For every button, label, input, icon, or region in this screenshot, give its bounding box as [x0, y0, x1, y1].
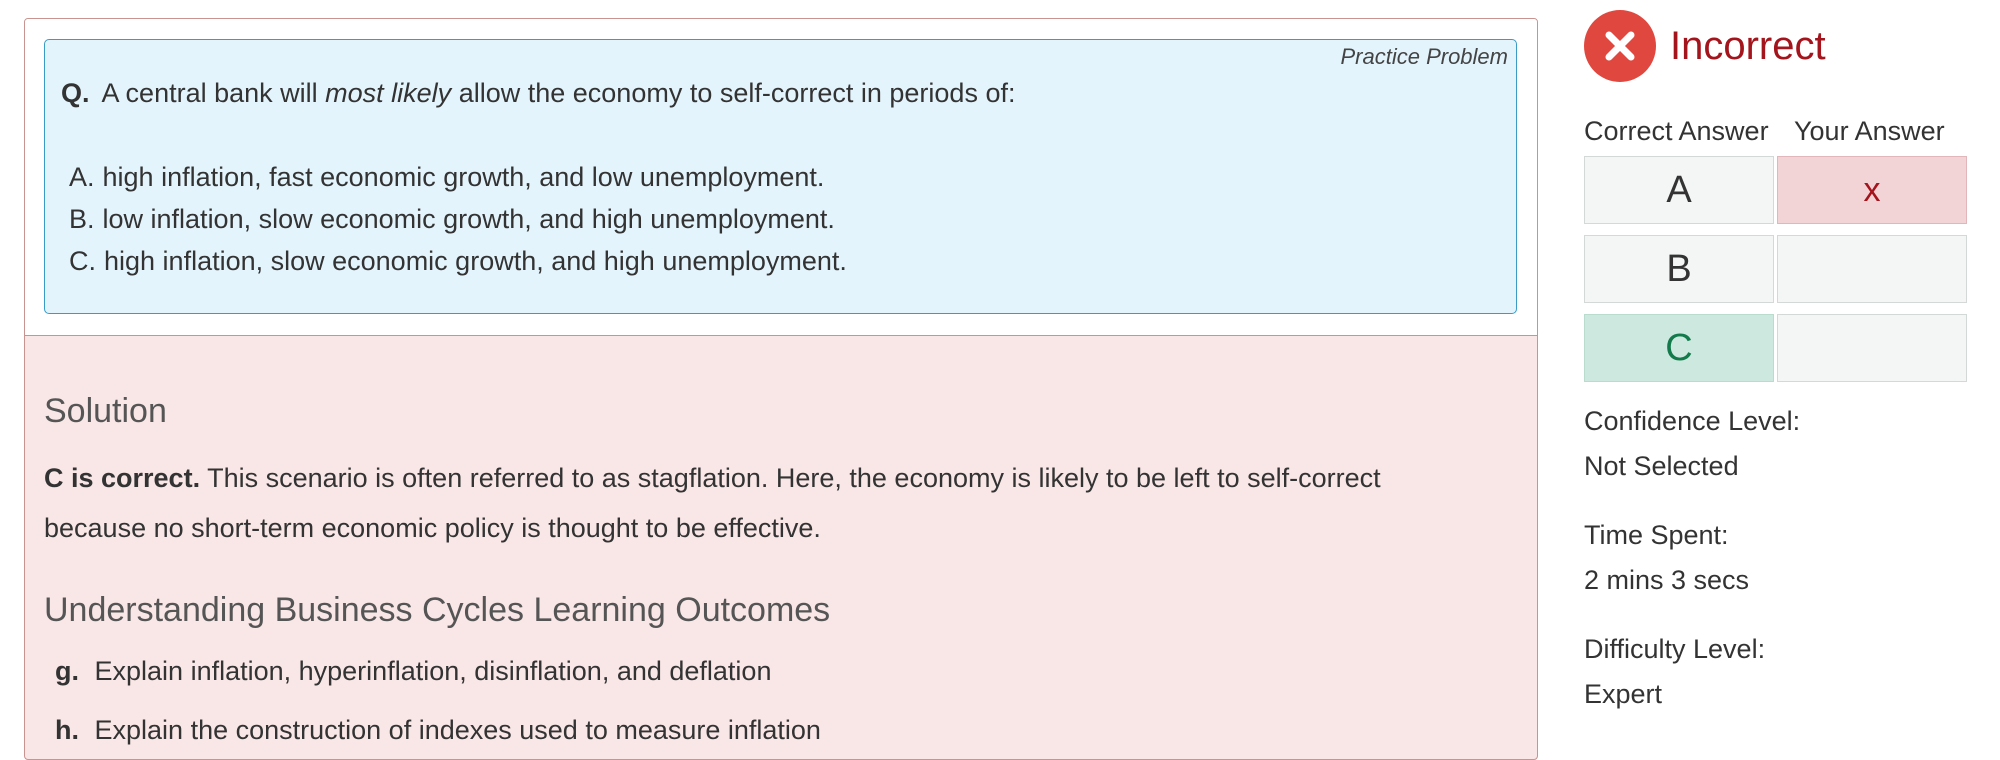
x-circle-icon	[1584, 10, 1656, 82]
solution-line-2: because no short-term economic policy is…	[44, 513, 821, 543]
outcome-letter: h.	[55, 715, 79, 745]
your-answer-cell	[1777, 235, 1967, 303]
option-letter: B.	[69, 204, 95, 234]
solution-heading: Solution	[44, 392, 167, 430]
correct-answer-cell: A	[1584, 156, 1774, 224]
practice-problem-tag: Practice Problem	[1340, 44, 1508, 69]
time-spent-label: Time Spent:	[1584, 520, 1729, 550]
question-prefix: Q.	[61, 78, 90, 108]
confidence-label: Confidence Level:	[1584, 406, 1801, 436]
question-card: Practice Problem Q. A central bank will …	[44, 39, 1517, 314]
time-spent-value: 2 mins 3 secs	[1584, 565, 1750, 595]
solution-correct-lead: C is correct.	[44, 463, 201, 493]
option-text: high inflation, fast economic growth, an…	[102, 162, 825, 192]
question-text-before: A central bank will	[101, 78, 318, 108]
confidence-value: Not Selected	[1584, 451, 1739, 481]
solution-line-1-rest: This scenario is often referred to as st…	[207, 463, 1381, 493]
outcome-letter: g.	[55, 656, 79, 686]
question-panel: Practice Problem Q. A central bank will …	[24, 18, 1538, 760]
option-text: high inflation, slow economic growth, an…	[104, 246, 847, 276]
answer-row-c: C	[1584, 314, 1967, 382]
outcome-text: Explain the construction of indexes used…	[94, 715, 821, 745]
question-area: Practice Problem Q. A central bank will …	[25, 19, 1537, 336]
your-answer-header: Your Answer	[1794, 116, 1945, 146]
answer-headers: Correct Answer Your Answer	[1584, 116, 1945, 147]
result-header: Incorrect	[1584, 10, 1826, 82]
difficulty-value: Expert	[1584, 679, 1663, 709]
answer-options: A. high inflation, fast economic growth,…	[69, 156, 847, 282]
option-letter: C.	[69, 246, 96, 276]
answer-row-a: A x	[1584, 156, 1967, 224]
result-status: Incorrect	[1670, 23, 1826, 68]
answer-grid: A x B C	[1584, 156, 1967, 393]
correct-answer-cell: C	[1584, 314, 1774, 382]
outcome-item: g. Explain inflation, hyperinflation, di…	[55, 656, 771, 687]
question-emphasis: most likely	[325, 78, 452, 108]
option-text: low inflation, slow economic growth, and…	[102, 204, 835, 234]
difficulty-label: Difficulty Level:	[1584, 634, 1766, 664]
outcome-text: Explain inflation, hyperinflation, disin…	[94, 656, 772, 686]
your-answer-cell: x	[1777, 156, 1967, 224]
option-b: B. low inflation, slow economic growth, …	[69, 198, 847, 240]
correct-answer-header: Correct Answer	[1584, 116, 1769, 146]
question-text-after: allow the economy to self-correct in per…	[458, 78, 1016, 108]
option-c: C. high inflation, slow economic growth,…	[69, 240, 847, 282]
your-answer-cell	[1777, 314, 1967, 382]
outcome-item: h. Explain the construction of indexes u…	[55, 715, 821, 746]
answer-row-b: B	[1584, 235, 1967, 303]
solution-line-1: C is correct. This scenario is often ref…	[44, 453, 1514, 503]
option-letter: A.	[69, 162, 95, 192]
question-text: Q. A central bank will most likely allow…	[61, 78, 1015, 109]
outcomes-heading: Understanding Business Cycles Learning O…	[44, 591, 831, 629]
solution-text: C is correct. This scenario is often ref…	[44, 453, 1514, 553]
option-a: A. high inflation, fast economic growth,…	[69, 156, 847, 198]
correct-answer-cell: B	[1584, 235, 1774, 303]
